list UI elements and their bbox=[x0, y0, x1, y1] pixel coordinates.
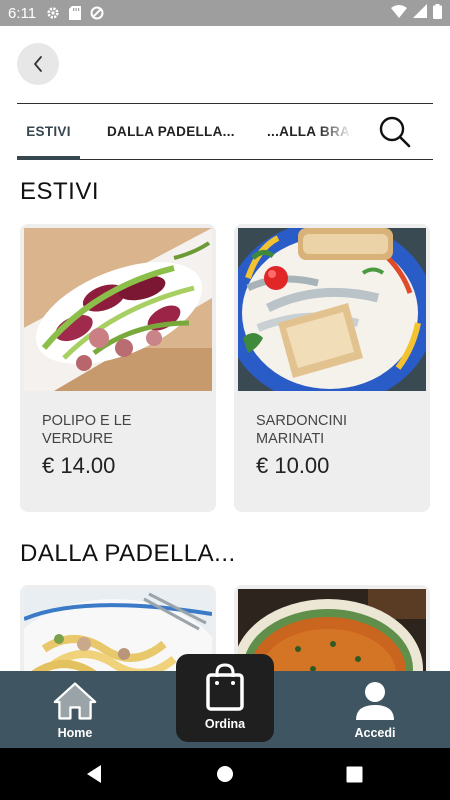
order-label: Ordina bbox=[204, 717, 246, 731]
system-back-button[interactable] bbox=[82, 762, 106, 786]
nav-login-label: Accedi bbox=[354, 726, 396, 740]
product-image-polipo bbox=[24, 228, 212, 391]
home-icon bbox=[53, 680, 97, 722]
battery-icon bbox=[433, 3, 442, 23]
product-card-polipo[interactable]: POLIPO E LE VERDURE € 14.00 bbox=[20, 224, 216, 512]
section-title-estivi: ESTIVI bbox=[20, 178, 100, 205]
product-price: € 10.00 bbox=[256, 453, 330, 478]
status-time: 6:11 bbox=[8, 4, 37, 22]
system-navigation-bar bbox=[0, 748, 450, 800]
order-button[interactable]: Ordina bbox=[176, 654, 274, 742]
wifi-icon bbox=[391, 4, 407, 22]
system-recents-button[interactable] bbox=[342, 762, 366, 786]
user-icon bbox=[353, 680, 397, 722]
product-name: POLIPO E LE VERDURE bbox=[42, 413, 132, 447]
system-home-button[interactable] bbox=[213, 762, 237, 786]
tab-alla-brace[interactable]: ...ALLA BRACE bbox=[267, 104, 352, 159]
product-name: SARDONCINI MARINATI bbox=[256, 413, 348, 447]
shopping-bag-icon bbox=[204, 663, 246, 711]
signal-icon bbox=[413, 4, 427, 22]
blocked-icon bbox=[90, 6, 104, 20]
gear-icon bbox=[46, 6, 60, 20]
search-button[interactable] bbox=[377, 114, 413, 150]
product-image-sardoncini bbox=[238, 228, 426, 391]
tab-dalla-padella[interactable]: DALLA PADELLA... bbox=[107, 104, 235, 159]
nav-home-label: Home bbox=[57, 726, 93, 740]
product-price: € 14.00 bbox=[42, 453, 116, 478]
section-title-dalla-padella: DALLA PADELLA... bbox=[20, 540, 236, 567]
recents-square-icon bbox=[346, 766, 362, 782]
app-screen: 6:11 ESTIVI DALLA PADELLA... ...ALLA BRA… bbox=[0, 0, 450, 800]
nav-login-button[interactable]: Accedi bbox=[340, 671, 410, 748]
category-tabs: ESTIVI DALLA PADELLA... ...ALLA BRACE bbox=[17, 103, 433, 160]
product-card-sardoncini[interactable]: SARDONCINI MARINATI € 10.00 bbox=[234, 224, 430, 512]
tab-estivi[interactable]: ESTIVI bbox=[17, 104, 80, 160]
back-triangle-icon bbox=[87, 765, 101, 783]
status-bar: 6:11 bbox=[0, 0, 450, 26]
nav-home-button[interactable]: Home bbox=[40, 671, 110, 748]
chevron-left-icon bbox=[34, 56, 42, 72]
back-button[interactable] bbox=[17, 43, 59, 85]
home-circle-icon bbox=[217, 766, 233, 782]
search-icon bbox=[379, 116, 411, 148]
sd-card-icon bbox=[68, 6, 82, 20]
